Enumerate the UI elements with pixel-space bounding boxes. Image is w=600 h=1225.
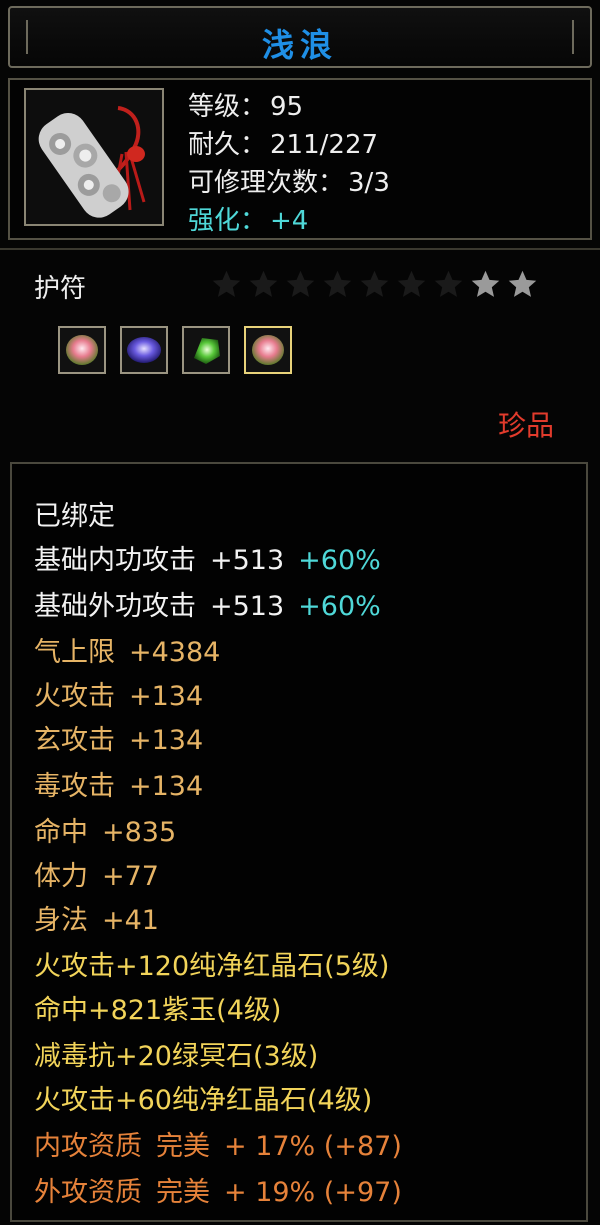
attr-row: 火攻击 +134: [34, 674, 203, 713]
attr-label: 火攻击: [34, 681, 115, 712]
quality-row: 外攻资质 完美 + 19% (+97): [34, 1170, 402, 1209]
attr-row: 玄攻击 +134: [34, 718, 203, 757]
quality-label: 内攻资质: [34, 1131, 142, 1162]
star-rating: [210, 268, 539, 302]
attr-label: 命中: [34, 817, 88, 848]
star-empty-icon: [323, 270, 352, 297]
attr-row: 毒攻击 +134: [34, 764, 203, 803]
socket-bonus: 火攻击+120纯净红晶石(5级): [34, 951, 390, 982]
item-name: 浅浪: [261, 26, 338, 64]
star-filled-icon: [508, 270, 537, 297]
attr-value: +4384: [129, 637, 221, 668]
level-value: 95: [270, 92, 304, 122]
base-outer-attack: 基础外功攻击 +513 +60%: [34, 584, 381, 623]
red-crystal-gem-icon[interactable]: [58, 326, 106, 374]
quality-grade: 完美: [156, 1177, 210, 1208]
socket-bonus: 火攻击+60纯净红晶石(4级): [34, 1085, 373, 1116]
attr-row: 体力 +77: [34, 854, 159, 893]
attr-value: +134: [129, 681, 204, 712]
repair-count-label: 可修理次数：: [188, 168, 345, 198]
attr-label: 身法: [34, 905, 88, 936]
green-stone-gem-icon[interactable]: [182, 326, 230, 374]
title-bar: 浅浪: [8, 6, 592, 68]
attr-label: 基础内功攻击: [34, 545, 196, 576]
attr-value: +134: [129, 725, 204, 756]
star-empty-icon: [212, 270, 241, 297]
attr-label: 基础外功攻击: [34, 591, 196, 622]
durability-stat: 耐久： 211/227: [188, 124, 378, 161]
star-empty-icon: [286, 270, 315, 297]
attr-bonus: +60%: [298, 591, 381, 622]
item-tooltip-panel: 浅浪 等级： 95 耐久： 211/227 可修理次数： 3/3 强化： +4 …: [0, 0, 600, 1225]
amulet-icon: [24, 88, 164, 226]
star-empty-icon: [360, 270, 389, 297]
attr-value: +835: [102, 817, 177, 848]
divider: [0, 248, 600, 250]
quality-value: + 19% (+97): [224, 1177, 402, 1208]
quality-row: 内攻资质 完美 + 17% (+87): [34, 1124, 402, 1163]
attr-bonus: +60%: [298, 545, 381, 576]
quality-label: 外攻资质: [34, 1177, 142, 1208]
quality-grade: 完美: [156, 1131, 210, 1162]
repair-count-stat: 可修理次数： 3/3: [188, 162, 390, 199]
attr-label: 毒攻击: [34, 771, 115, 802]
socket-bonus: 命中+821紫玉(4级): [34, 995, 282, 1026]
attr-row: 气上限 +4384: [34, 630, 220, 669]
attr-value: +134: [129, 771, 204, 802]
repair-count-value: 3/3: [348, 168, 390, 198]
level-label: 等级：: [188, 92, 267, 122]
enhance-value: +4: [270, 206, 309, 236]
attr-value: +41: [102, 905, 159, 936]
item-type: 护符: [34, 274, 87, 304]
attr-row: 命中 +835: [34, 810, 176, 849]
star-filled-icon: [471, 270, 500, 297]
quality-value: + 17% (+87): [224, 1131, 402, 1162]
enhance-label: 强化：: [188, 206, 267, 236]
durability-label: 耐久：: [188, 130, 267, 160]
durability-value: 211/227: [270, 130, 379, 160]
socket-bonus: 减毒抗+20绿冥石(3级): [34, 1041, 319, 1072]
attr-value: +77: [102, 861, 159, 892]
purple-jade-gem-icon[interactable]: [120, 326, 168, 374]
star-empty-icon: [397, 270, 426, 297]
level-stat: 等级： 95: [188, 86, 303, 123]
star-empty-icon: [434, 270, 463, 297]
attr-row: 身法 +41: [34, 898, 159, 937]
attr-value: +513: [210, 591, 285, 622]
item-summary: 等级： 95 耐久： 211/227 可修理次数： 3/3 强化： +4: [8, 78, 592, 240]
attr-value: +513: [210, 545, 285, 576]
attr-label: 体力: [34, 861, 88, 892]
attr-label: 玄攻击: [34, 725, 115, 756]
attr-label: 气上限: [34, 637, 115, 668]
base-inner-attack: 基础内功攻击 +513 +60%: [34, 538, 381, 577]
enhance-stat: 强化： +4: [188, 200, 308, 237]
bound-status: 已绑定: [34, 501, 115, 532]
star-empty-icon: [249, 270, 278, 297]
red-crystal-gem-icon[interactable]: [244, 326, 292, 374]
rarity-label: 珍品: [497, 409, 554, 442]
